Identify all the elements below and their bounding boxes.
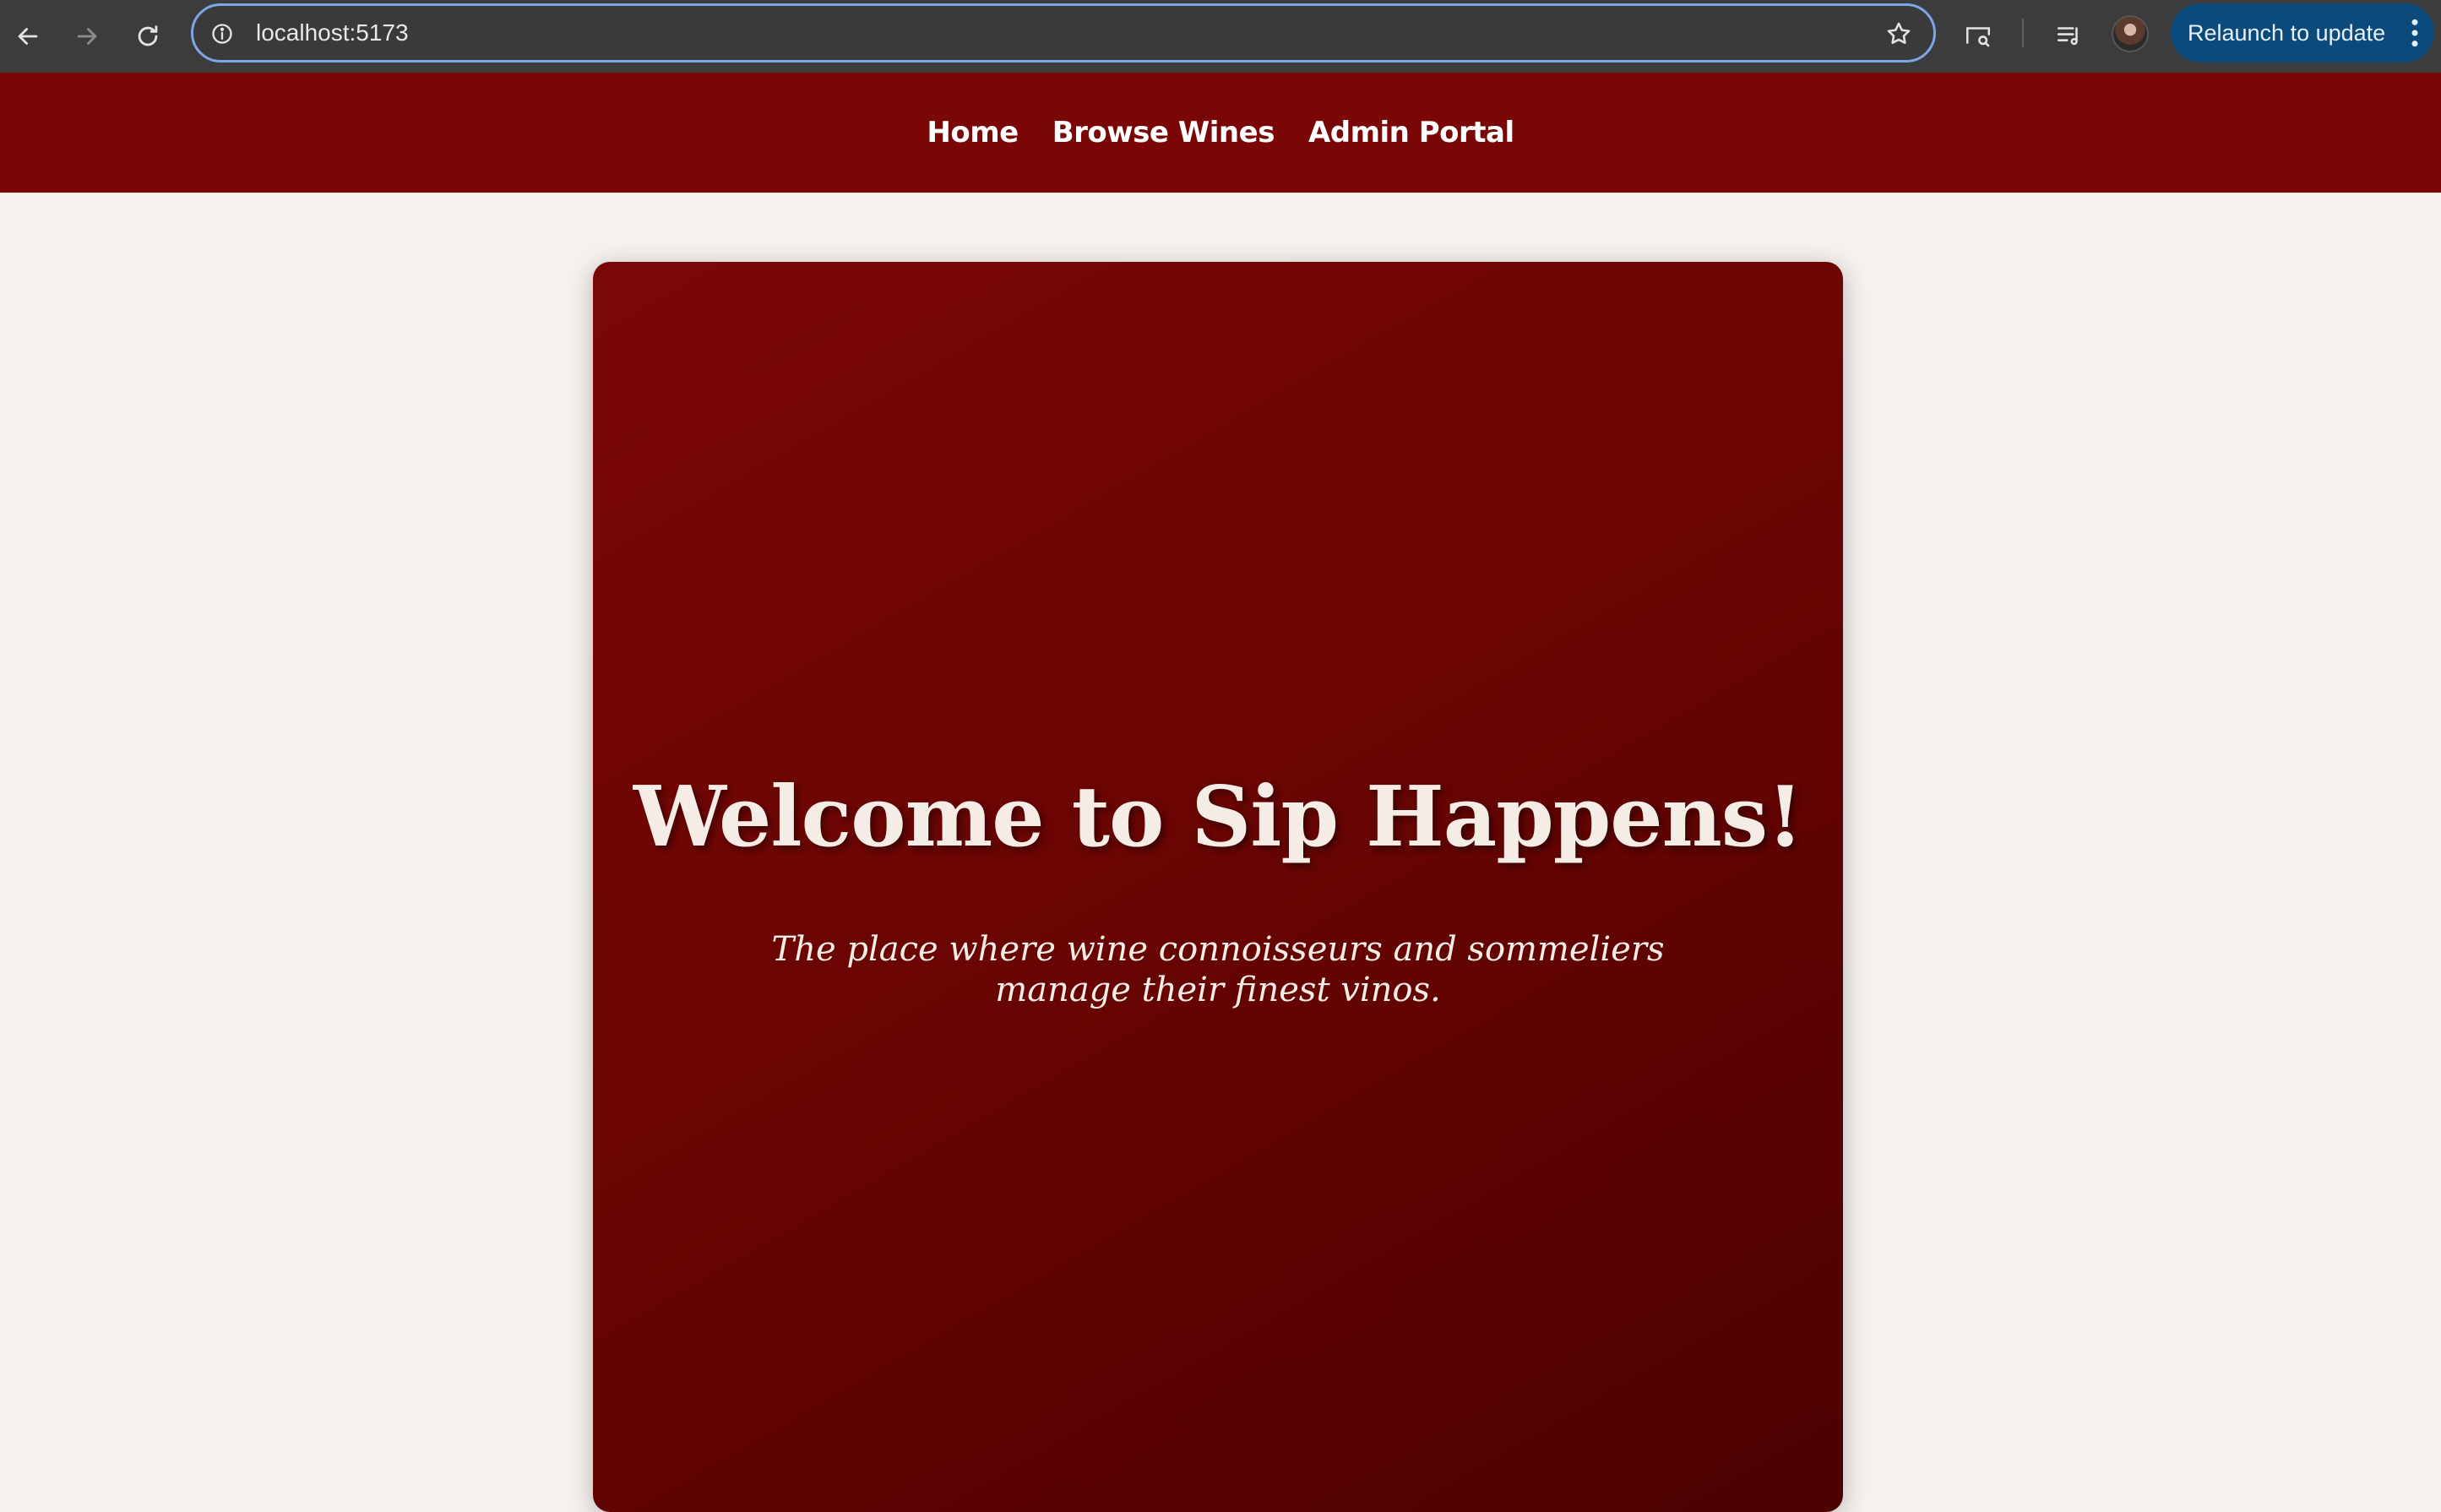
back-button[interactable] [7, 15, 49, 57]
site-nav: Home Browse Wines Admin Portal [0, 73, 2441, 193]
arrow-left-icon [18, 28, 38, 45]
kebab-menu-icon[interactable] [2411, 17, 2419, 49]
hero-subtitle: The place where wine connoisseurs and so… [771, 930, 1665, 1009]
address-bar[interactable]: localhost:5173 [191, 3, 1936, 63]
relaunch-label: Relaunch to update [2188, 19, 2386, 46]
nav-link-home[interactable]: Home [927, 116, 1019, 150]
nav-link-admin-portal[interactable]: Admin Portal [1308, 116, 1514, 150]
toolbar-divider [2022, 19, 2024, 47]
browser-toolbar: localhost:5173 Relaunch to update [0, 0, 2441, 73]
hero-title: Welcome to Sip Happens! [633, 769, 1803, 866]
cast-search-button[interactable] [1960, 17, 1997, 54]
media-queue-icon [2057, 27, 2078, 46]
profile-avatar[interactable] [2112, 15, 2149, 52]
info-icon[interactable] [210, 22, 234, 46]
star-icon[interactable] [1884, 19, 1913, 48]
url-text[interactable]: localhost:5173 [256, 6, 409, 60]
nav-link-browse-wines[interactable]: Browse Wines [1052, 116, 1275, 150]
hero-card: Welcome to Sip Happens! The place where … [593, 262, 1843, 1512]
forward-button[interactable] [66, 15, 108, 57]
media-queue-button[interactable] [2051, 17, 2088, 54]
relaunch-button[interactable]: Relaunch to update [2171, 3, 2434, 63]
arrow-right-icon [77, 28, 97, 45]
reload-icon [138, 25, 158, 46]
cast-search-icon [1965, 27, 1991, 47]
reload-button[interactable] [127, 15, 169, 57]
